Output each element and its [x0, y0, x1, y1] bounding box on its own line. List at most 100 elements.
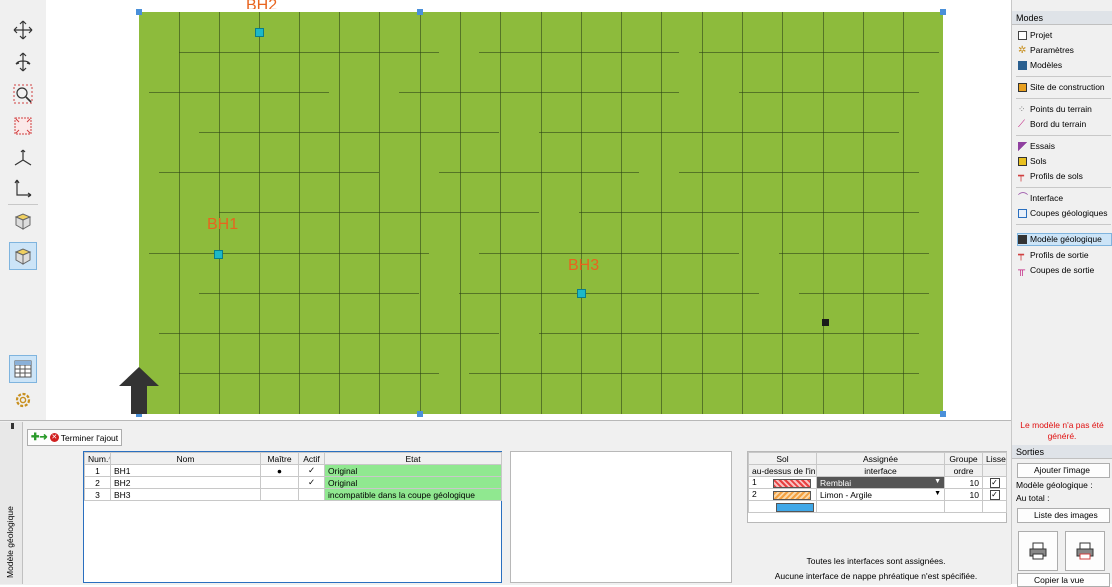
col-header-assigned[interactable]: Assignée — [816, 452, 945, 465]
mode-projet[interactable]: Projet — [1018, 29, 1112, 42]
table-row[interactable]: 2 Limon - Argile ▼ 10 ✓ — [748, 488, 1007, 501]
col-num-label: Num. — [88, 453, 109, 464]
subheader-above-interface: au-dessus de l'in — [748, 464, 817, 477]
cell-soil-select[interactable]: Limon - Argile ▼ — [816, 488, 945, 501]
view-top-icon[interactable] — [11, 210, 35, 234]
col-header-active[interactable]: Actif — [298, 452, 325, 465]
left-toolbar — [0, 0, 46, 420]
table-row[interactable]: 1 Remblai ▼ 10 ✓ — [748, 476, 1007, 489]
borehole-marker-bh3[interactable] — [577, 289, 586, 298]
borehole-marker-bh2[interactable] — [255, 28, 264, 37]
add-image-button[interactable]: Ajouter l'image — [1017, 463, 1110, 478]
soil-profile-icon: ┯ — [1018, 171, 1025, 182]
soil-icon — [1018, 157, 1027, 166]
mode-sols[interactable]: Sols — [1018, 155, 1112, 168]
mode-modeles[interactable]: Modèles — [1018, 59, 1112, 72]
edge-handle[interactable] — [417, 9, 423, 15]
view-3d-icon[interactable] — [9, 242, 37, 270]
corner-handle[interactable] — [136, 9, 142, 15]
mode-site-construction[interactable]: Site de construction — [1018, 81, 1112, 94]
corner-handle[interactable] — [940, 411, 946, 417]
mode-essais[interactable]: Essais — [1018, 140, 1112, 153]
table-row[interactable]: 3 BH3 incompatible dans la coupe géologi… — [84, 488, 502, 501]
terrain-surface[interactable] — [139, 12, 943, 414]
mode-label: Coupes de sortie — [1030, 265, 1095, 275]
cell-name[interactable]: BH3 — [110, 488, 261, 501]
point-marker[interactable] — [822, 319, 829, 326]
mode-profils-sortie[interactable]: ┯ Profils de sortie — [1018, 249, 1112, 262]
cell-master[interactable] — [260, 488, 299, 501]
col-header-name[interactable]: Nom — [110, 452, 261, 465]
col-header-smooth[interactable]: Lisser — [982, 452, 1007, 465]
zoom-extents-icon[interactable] — [11, 114, 35, 138]
table-row[interactable]: 2 BH2 ✓ Original — [84, 476, 502, 489]
axes-2d-icon[interactable] — [11, 176, 35, 200]
add-image-label: Ajouter l'image — [1034, 465, 1090, 475]
cell-num: 2 — [84, 476, 111, 489]
soil-row-num: 2 — [752, 489, 757, 500]
cell-active[interactable]: ✓ — [298, 464, 325, 477]
table-row[interactable] — [748, 500, 1007, 513]
panel-pin-icon[interactable] — [11, 423, 14, 429]
mode-interface[interactable]: ⌒ Interface — [1018, 192, 1112, 205]
checkbox-checked-icon[interactable]: ✓ — [989, 478, 1000, 488]
mode-points-terrain[interactable]: ⁘ Points du terrain — [1018, 103, 1112, 116]
mode-label: Essais — [1030, 141, 1056, 151]
cell-order[interactable]: 10 — [944, 476, 983, 489]
list-images-button[interactable]: Liste des images — [1017, 508, 1110, 523]
edge-handle[interactable] — [417, 411, 423, 417]
col-header-num[interactable]: Num.^ — [84, 452, 111, 465]
print-export-button[interactable] — [1065, 531, 1105, 571]
col-header-soil[interactable]: Sol — [748, 452, 817, 465]
mode-bord-terrain[interactable]: ⟋ Bord du terrain — [1018, 118, 1112, 131]
settings-gear-icon[interactable] — [11, 388, 35, 412]
mode-label: Points du terrain — [1030, 104, 1092, 114]
mode-label: Site de construction — [1030, 82, 1105, 92]
mode-modele-geologique[interactable]: Modèle géologique — [1017, 233, 1112, 246]
subheader-order: ordre — [944, 464, 983, 477]
divider — [1016, 76, 1111, 77]
print-button[interactable] — [1018, 531, 1058, 571]
mode-label: Profils de sols — [1030, 171, 1083, 181]
interface-icon: ⌒ — [1018, 193, 1028, 204]
cell-master[interactable]: ● — [260, 464, 299, 477]
preview-box — [510, 451, 732, 583]
cell-master[interactable] — [260, 476, 299, 489]
cell-order[interactable]: 10 — [944, 488, 983, 501]
cell-active[interactable] — [298, 488, 325, 501]
borehole-marker-bh1[interactable] — [214, 250, 223, 259]
mode-label: Paramètres — [1030, 45, 1074, 55]
finish-adding-button[interactable]: ✚➜ ✕ Terminer l'ajout — [27, 429, 123, 446]
mode-coupes-geologiques[interactable]: Coupes géologiques — [1018, 207, 1112, 220]
printer-icon — [1029, 542, 1047, 560]
axes-3d-icon[interactable] — [11, 146, 35, 170]
col-header-group[interactable]: Groupe — [944, 452, 983, 465]
divider — [1016, 187, 1111, 188]
pan-move-icon[interactable] — [11, 18, 35, 42]
table-row[interactable]: 1 BH1 ● ✓ Original — [84, 464, 502, 477]
modes-header: Modes — [1012, 11, 1112, 25]
cell-smooth[interactable]: ✓ — [982, 488, 1007, 501]
table-view-icon[interactable] — [9, 355, 37, 383]
chevron-down-icon: ▼ — [934, 489, 941, 497]
vertical-tab-geological-model[interactable]: Modèle géologique — [0, 422, 23, 584]
rotate-move-icon[interactable] — [11, 50, 35, 74]
copy-view-button[interactable]: Copier la vue — [1017, 573, 1110, 587]
cell-water — [748, 500, 817, 513]
col-header-master[interactable]: Maître — [260, 452, 299, 465]
checkbox-checked-icon[interactable]: ✓ — [989, 490, 1000, 500]
corner-handle[interactable] — [940, 9, 946, 15]
col-header-state[interactable]: Etat — [324, 452, 502, 465]
cell-soil-select[interactable]: Remblai ▼ — [816, 476, 945, 489]
borehole-label-bh3: BH3 — [568, 257, 600, 274]
mode-parametres[interactable]: ✲ Paramètres — [1018, 44, 1112, 57]
cell-active[interactable]: ✓ — [298, 476, 325, 489]
cell-empty[interactable] — [816, 500, 945, 513]
cell-smooth[interactable]: ✓ — [982, 476, 1007, 489]
zoom-icon[interactable] — [11, 82, 35, 106]
mode-profils-sols[interactable]: ┯ Profils de sols — [1018, 170, 1112, 183]
mode-coupes-sortie[interactable]: ╥ Coupes de sortie — [1018, 264, 1112, 277]
cell-name[interactable]: BH2 — [110, 476, 261, 489]
cell-state: Original — [324, 464, 502, 477]
cell-name[interactable]: BH1 — [110, 464, 261, 477]
